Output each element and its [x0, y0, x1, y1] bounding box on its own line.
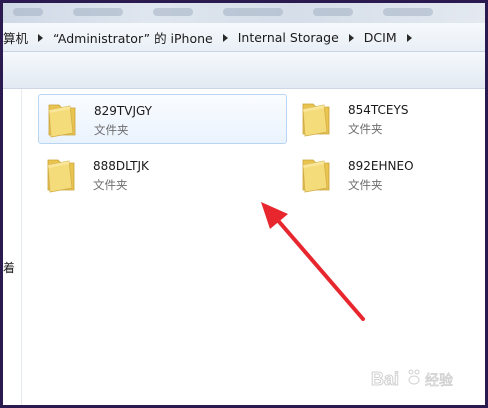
folder-type: 文件夹 [94, 123, 129, 137]
address-bar[interactable]: 算机 “Administrator” 的 iPhone Internal Sto… [3, 23, 485, 52]
folder-type: 文件夹 [93, 178, 128, 192]
folder-icon [47, 159, 75, 193]
chevron-right-icon[interactable] [406, 33, 412, 42]
folder-icon [302, 159, 330, 193]
folder-name: 829TVJGY [94, 104, 153, 118]
folder-name: 892EHNEO [348, 159, 414, 173]
breadcrumb-dcim[interactable]: DCIM [360, 30, 401, 45]
breadcrumb: 算机 “Administrator” 的 iPhone Internal Sto… [3, 23, 418, 52]
explorer-window: 算机 “Administrator” 的 iPhone Internal Sto… [0, 0, 488, 408]
folder-item-892ehneo[interactable]: 892EHNEO 文件夹 [293, 150, 478, 200]
folder-icon [48, 104, 76, 138]
folder-icon [302, 103, 330, 137]
navigation-pane: 着 [3, 89, 22, 405]
blurred-tab [13, 8, 43, 16]
folder-item-829tvjgy[interactable]: 829TVJGY 文件夹 [38, 94, 287, 144]
blurred-tab [383, 8, 433, 16]
breadcrumb-computer[interactable]: 算机 [3, 28, 32, 47]
folder-type: 文件夹 [348, 122, 383, 136]
folder-item-854tceys[interactable]: 854TCEYS 文件夹 [293, 94, 478, 144]
blurred-tab [223, 8, 283, 16]
command-bar [3, 52, 485, 89]
blurred-tab [313, 8, 353, 16]
breadcrumb-iphone[interactable]: “Administrator” 的 iPhone [49, 28, 217, 47]
folder-type: 文件夹 [348, 178, 383, 192]
watermark-suffix: 经验 [425, 373, 453, 389]
blurred-tab [153, 8, 193, 16]
paw-icon [408, 369, 420, 385]
folder-name: 854TCEYS [348, 103, 409, 117]
baidu-watermark-logo: Bai 经验 [371, 369, 454, 390]
chevron-right-icon[interactable] [38, 33, 44, 42]
blurred-tab [73, 8, 123, 16]
watermark-brand: Bai [371, 369, 399, 389]
chevron-right-icon[interactable] [348, 33, 354, 42]
nav-item-label[interactable]: 着 [3, 259, 15, 276]
folder-item-888dltjk[interactable]: 888DLTJK 文件夹 [38, 150, 287, 200]
breadcrumb-internal-storage[interactable]: Internal Storage [234, 30, 343, 45]
title-strip [3, 3, 485, 23]
folder-name: 888DLTJK [93, 159, 149, 173]
chevron-right-icon[interactable] [222, 33, 228, 42]
